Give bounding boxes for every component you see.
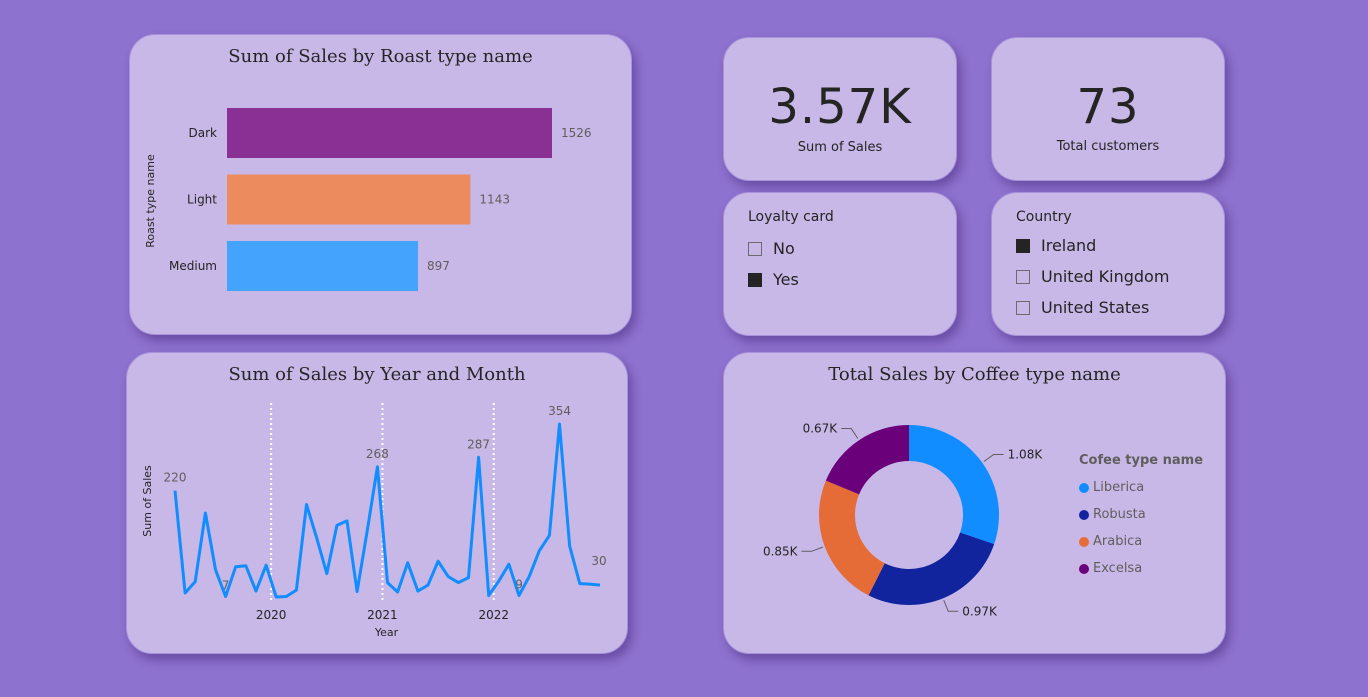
kpi-total-customers-value: 73 xyxy=(1076,79,1140,135)
loyalty-yes-label: Yes xyxy=(773,270,799,289)
donut-slice[interactable] xyxy=(819,480,885,596)
loyalty-slicer-items: No Yes xyxy=(748,233,799,295)
kpi-sum-of-sales-card: 3.57K Sum of Sales xyxy=(723,37,957,181)
legend-dot-excelsa xyxy=(1079,563,1089,574)
donut-slice-label: 0.67K xyxy=(803,422,839,436)
loyalty-card-slicer: Loyalty card No Yes xyxy=(723,192,957,336)
donut-slice[interactable] xyxy=(909,425,999,545)
donut-label-leader xyxy=(943,600,959,612)
roast-bar[interactable] xyxy=(227,108,552,158)
legend-item-robusta[interactable]: Robusta xyxy=(1079,501,1203,528)
country-slicer-items: Ireland United Kingdom United States xyxy=(1016,230,1169,323)
loyalty-no-checkbox[interactable] xyxy=(748,241,762,256)
legend-dot-liberica xyxy=(1079,482,1089,493)
country-option-united-states[interactable]: United States xyxy=(1016,292,1169,323)
donut-slice[interactable] xyxy=(825,425,909,495)
kpi-total-customers-card: 73 Total customers xyxy=(991,37,1225,181)
donut-label-leader xyxy=(841,428,859,439)
loyalty-option-no[interactable]: No xyxy=(748,233,799,264)
legend-dot-arabica xyxy=(1079,536,1089,547)
donut-slice[interactable] xyxy=(868,532,995,605)
donut-label-leader xyxy=(801,546,823,552)
legend-item-excelsa[interactable]: Excelsa xyxy=(1079,555,1203,582)
donut-slice-label: 0.97K xyxy=(962,604,998,618)
coffee-donut-chart: 1.08K 0.97K 0.85K 0.67K xyxy=(763,422,1044,619)
legend-label-excelsa: Excelsa xyxy=(1093,561,1143,576)
donut-label-leader xyxy=(983,454,1004,462)
kpi-sum-of-sales-value: 3.57K xyxy=(768,79,912,135)
loyalty-no-label: No xyxy=(773,239,795,258)
roast-bar-value-label: 1526 xyxy=(561,126,592,140)
kpi-total-customers-label: Total customers xyxy=(1056,139,1160,154)
roast-chart-card: Sum of Sales by Roast type name Roast ty… xyxy=(129,34,632,335)
roast-bar-value-label: 1143 xyxy=(479,193,510,207)
roast-bar[interactable] xyxy=(227,174,471,225)
loyalty-slicer-title: Loyalty card xyxy=(748,209,834,225)
line-data-label: 287 xyxy=(467,437,490,451)
roast-bar-value-label: 897 xyxy=(427,259,450,273)
roast-bar[interactable] xyxy=(227,241,419,291)
sales-line-chart: 2020 2021 2022 Year Sum of Sales 220 7 268 287 9 3… xyxy=(141,403,607,639)
donut-slice-label: 1.08K xyxy=(1008,448,1044,462)
coffee-type-chart-card: Total Sales by Coffee type name 1.08K 0.9… xyxy=(723,352,1226,654)
donut-slice-label: 0.85K xyxy=(763,544,799,558)
line-x-tick-label: 2020 xyxy=(256,608,287,622)
legend-item-liberica[interactable]: Liberica xyxy=(1079,474,1203,501)
loyalty-yes-checkbox[interactable] xyxy=(748,272,762,287)
roast-category-label: Medium xyxy=(169,259,217,273)
roast-bar-chart: Roast type name Dark 1526 Light 1143 Medium 89… xyxy=(144,108,592,291)
line-x-tick-label: 2022 xyxy=(478,608,509,622)
country-united-kingdom-label: United Kingdom xyxy=(1041,267,1170,286)
country-slicer: Country Ireland United Kingdom United St… xyxy=(991,192,1225,336)
line-y-axis-label: Sum of Sales xyxy=(141,465,154,537)
line-data-label: 30 xyxy=(591,554,606,568)
roast-category-label: Dark xyxy=(189,126,218,140)
country-united-states-checkbox[interactable] xyxy=(1016,300,1030,315)
line-x-axis-label: Year xyxy=(374,626,399,639)
roast-category-label: Light xyxy=(187,193,217,207)
loyalty-option-yes[interactable]: Yes xyxy=(748,264,799,295)
line-data-label: 7 xyxy=(222,579,230,593)
line-data-label: 9 xyxy=(515,578,523,592)
country-option-ireland[interactable]: Ireland xyxy=(1016,230,1169,261)
country-ireland-label: Ireland xyxy=(1041,236,1097,255)
country-united-kingdom-checkbox[interactable] xyxy=(1016,269,1030,284)
coffee-legend: Cofee type name Liberica Robusta Arabica… xyxy=(1079,453,1203,582)
country-slicer-title: Country xyxy=(1016,209,1072,225)
coffee-legend-title: Cofee type name xyxy=(1079,453,1204,468)
line-data-label: 220 xyxy=(164,471,187,485)
legend-item-arabica[interactable]: Arabica xyxy=(1079,528,1203,555)
line-data-label: 268 xyxy=(366,447,389,461)
line-data-label: 354 xyxy=(548,404,571,418)
country-option-united-kingdom[interactable]: United Kingdom xyxy=(1016,261,1169,292)
legend-dot-robusta xyxy=(1079,509,1089,520)
country-ireland-checkbox[interactable] xyxy=(1016,238,1030,253)
line-x-tick-label: 2021 xyxy=(367,608,398,622)
country-united-states-label: United States xyxy=(1041,298,1150,317)
kpi-sum-of-sales-label: Sum of Sales xyxy=(797,140,883,155)
roast-y-axis-label: Roast type name xyxy=(144,154,157,248)
legend-label-robusta: Robusta xyxy=(1093,507,1146,522)
legend-label-liberica: Liberica xyxy=(1093,480,1145,495)
legend-label-arabica: Arabica xyxy=(1093,534,1143,549)
year-month-chart-card: Sum of Sales by Year and Month 2020 2021 2… xyxy=(126,352,628,654)
